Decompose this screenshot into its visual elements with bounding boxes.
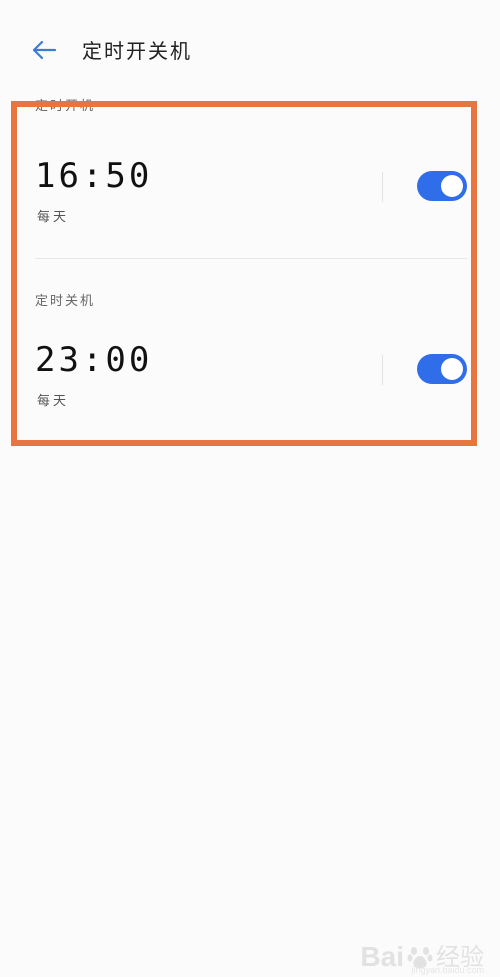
- back-button[interactable]: [28, 34, 60, 66]
- section-label-power-off: 定时关机: [35, 294, 96, 309]
- watermark-url: jingyan.baidu.com: [411, 965, 484, 975]
- header: 定时开关机: [0, 0, 500, 100]
- power-on-time[interactable]: 16:50: [35, 156, 152, 196]
- screen: 定时开关机 定时开机 16:50 每天 定时关机 23:00 每天 Bai 经验: [0, 0, 500, 977]
- toggle-knob: [441, 175, 463, 197]
- toggle-knob: [441, 358, 463, 380]
- power-on-toggle[interactable]: [417, 171, 467, 201]
- vertical-divider: [382, 355, 383, 385]
- power-off-time[interactable]: 23:00: [35, 340, 152, 380]
- page-title: 定时开关机: [82, 39, 192, 63]
- watermark-brand: Bai: [360, 941, 404, 972]
- power-off-toggle[interactable]: [417, 354, 467, 384]
- vertical-divider: [382, 172, 383, 202]
- watermark: Bai 经验 jingyan.baidu.com: [360, 941, 484, 976]
- power-off-repeat: 每天: [37, 394, 70, 409]
- schedule-card: 定时开机 16:50 每天 定时关机 23:00 每天: [17, 99, 471, 440]
- item-divider: [35, 258, 467, 259]
- power-on-repeat: 每天: [37, 210, 70, 225]
- section-label-power-on: 定时开机: [35, 99, 96, 111]
- arrow-left-icon: [32, 40, 57, 60]
